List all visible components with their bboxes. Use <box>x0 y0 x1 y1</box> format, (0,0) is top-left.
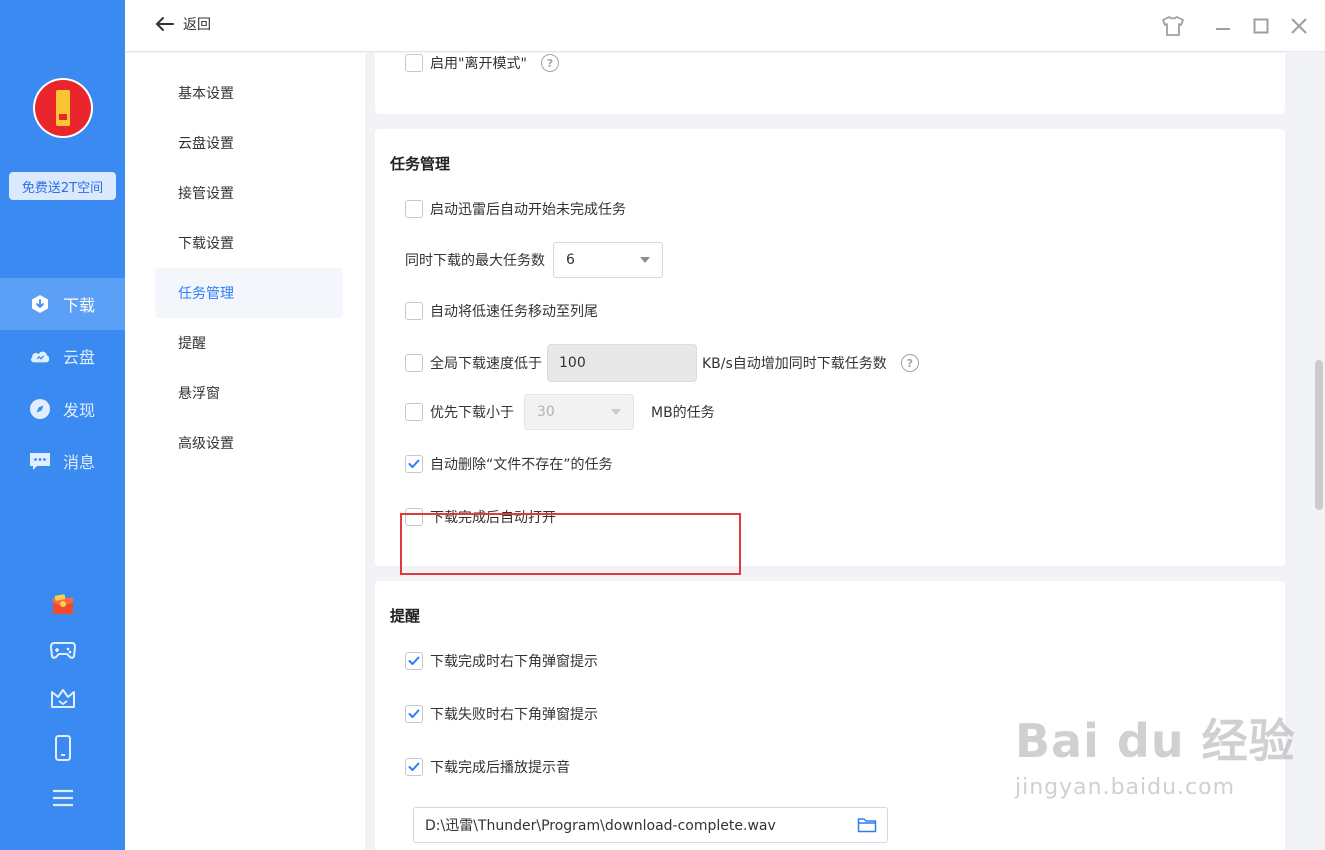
settings-nav-cloud[interactable]: 云盘设置 <box>155 118 343 168</box>
nav-cloud[interactable]: 云盘 <box>0 330 125 382</box>
menu-icon[interactable] <box>50 785 76 811</box>
back-button[interactable]: 返回 <box>155 14 211 34</box>
help-icon[interactable]: ? <box>540 54 559 72</box>
settings-nav-basic[interactable]: 基本设置 <box>155 68 343 118</box>
left-sidebar: 免费送2T空间 下载 云盘 发现 消息 <box>0 0 125 850</box>
prefer-small-select[interactable]: 30 <box>524 394 634 430</box>
speed-prefix: 全局下载速度低于 <box>430 356 542 372</box>
settings-nav: 基本设置 云盘设置 接管设置 下载设置 任务管理 提醒 悬浮窗 高级设置 <box>125 53 365 850</box>
complete-popup-label: 下载完成时右下角弹窗提示 <box>430 654 598 670</box>
nav-download[interactable]: 下载 <box>0 278 125 330</box>
check-icon <box>408 709 420 718</box>
avatar-image <box>35 80 91 136</box>
folder-icon[interactable] <box>857 817 877 833</box>
settings-nav-takeover[interactable]: 接管设置 <box>155 168 343 218</box>
prefer-small-checkbox[interactable] <box>405 403 423 421</box>
prefer-small-prefix: 优先下载小于 <box>430 405 514 421</box>
speed-row: 全局下载速度低于 100 KB/s自动增加同时下载任务数 ? <box>405 344 919 382</box>
prefer-small-row: 优先下载小于 30 MB的任务 <box>405 394 715 430</box>
settings-nav-download[interactable]: 下载设置 <box>155 218 343 268</box>
complete-sound-label: 下载完成后播放提示音 <box>430 760 570 776</box>
back-label: 返回 <box>183 17 211 33</box>
compass-icon <box>29 398 51 420</box>
nav-label: 消息 <box>63 453 96 472</box>
auto-delete-row: 自动删除“文件不存在”的任务 <box>405 454 613 474</box>
settings-nav-reminder[interactable]: 提醒 <box>155 318 343 368</box>
prefer-small-value: 30 <box>537 404 555 420</box>
highlight-box <box>400 513 741 575</box>
minimize-icon[interactable] <box>1211 14 1235 38</box>
cloud-icon <box>29 345 51 367</box>
auto-start-label: 启动迅雷后自动开始未完成任务 <box>430 202 626 218</box>
card-task-mgmt: 任务管理 启动迅雷后自动开始未完成任务 同时下载的最大任务数 6 自动将低速任务… <box>375 129 1285 575</box>
message-icon <box>29 450 51 472</box>
help-icon[interactable]: ? <box>900 354 919 372</box>
settings-nav-task-mgmt[interactable]: 任务管理 <box>155 268 343 318</box>
chevron-down-icon <box>611 409 621 415</box>
nav-label: 下载 <box>63 296 96 315</box>
auto-delete-label: 自动删除“文件不存在”的任务 <box>430 457 613 473</box>
check-icon <box>408 762 420 771</box>
skin-icon[interactable] <box>1161 14 1185 38</box>
sound-path-value: D:\迅雷\Thunder\Program\download-complete.… <box>425 818 776 834</box>
settings-nav-advanced[interactable]: 高级设置 <box>155 418 343 468</box>
complete-sound-row: 下载完成后播放提示音 <box>405 757 570 777</box>
nav-discover[interactable]: 发现 <box>0 383 125 435</box>
complete-sound-checkbox[interactable] <box>405 758 423 776</box>
max-tasks-row: 同时下载的最大任务数 6 <box>405 242 663 278</box>
phone-icon[interactable] <box>50 735 76 761</box>
settings-nav-float[interactable]: 悬浮窗 <box>155 368 343 418</box>
auto-delete-checkbox[interactable] <box>405 455 423 473</box>
download-icon <box>29 293 51 315</box>
complete-popup-checkbox[interactable] <box>405 652 423 670</box>
auto-start-row: 启动迅雷后自动开始未完成任务 <box>405 199 626 219</box>
gamepad-icon[interactable] <box>50 637 76 663</box>
max-tasks-label: 同时下载的最大任务数 <box>405 253 545 269</box>
watermark-main: Bai du 经验 <box>1015 714 1296 768</box>
avatar[interactable] <box>33 78 93 138</box>
max-tasks-value: 6 <box>566 252 575 268</box>
promo-badge[interactable]: 免费送2T空间 <box>9 172 116 200</box>
fail-popup-row: 下载失败时右下角弹窗提示 <box>405 704 598 724</box>
fail-popup-checkbox[interactable] <box>405 705 423 723</box>
max-tasks-select[interactable]: 6 <box>553 242 663 278</box>
fail-popup-label: 下载失败时右下角弹窗提示 <box>430 707 598 723</box>
section-title: 提醒 <box>390 607 421 625</box>
nav-label: 发现 <box>63 401 96 420</box>
move-slow-label: 自动将低速任务移动至列尾 <box>430 304 598 320</box>
red-envelope-icon[interactable] <box>50 592 76 618</box>
move-slow-row: 自动将低速任务移动至列尾 <box>405 301 598 321</box>
title-bar: 返回 <box>125 0 1325 52</box>
speed-suffix: KB/s自动增加同时下载任务数 <box>702 356 887 372</box>
leave-mode-label: 启用"离开模式" <box>430 56 527 72</box>
sound-path-field[interactable]: D:\迅雷\Thunder\Program\download-complete.… <box>413 807 888 843</box>
scrollbar[interactable] <box>1315 360 1323 510</box>
maximize-icon[interactable] <box>1249 14 1273 38</box>
crown-icon[interactable] <box>50 686 76 712</box>
speed-input[interactable]: 100 <box>547 344 697 382</box>
prefer-small-suffix: MB的任务 <box>651 405 715 421</box>
auto-start-checkbox[interactable] <box>405 200 423 218</box>
move-slow-checkbox[interactable] <box>405 302 423 320</box>
card-basic-tail: 启用"离开模式" ? <box>375 53 1285 114</box>
watermark-sub: jingyan.baidu.com <box>1015 775 1236 800</box>
close-icon[interactable] <box>1287 14 1311 38</box>
complete-popup-row: 下载完成时右下角弹窗提示 <box>405 651 598 671</box>
leave-mode-checkbox[interactable] <box>405 54 423 72</box>
check-icon <box>408 459 420 468</box>
watermark: Bai du 经验 jingyan.baidu.com <box>1015 705 1296 800</box>
back-arrow-icon <box>156 17 174 31</box>
speed-checkbox[interactable] <box>405 354 423 372</box>
chevron-down-icon <box>640 257 650 263</box>
nav-label: 云盘 <box>63 348 96 367</box>
section-title: 任务管理 <box>390 155 451 173</box>
nav-message[interactable]: 消息 <box>0 435 125 487</box>
leave-mode-row: 启用"离开模式" ? <box>405 53 559 73</box>
check-icon <box>408 656 420 665</box>
